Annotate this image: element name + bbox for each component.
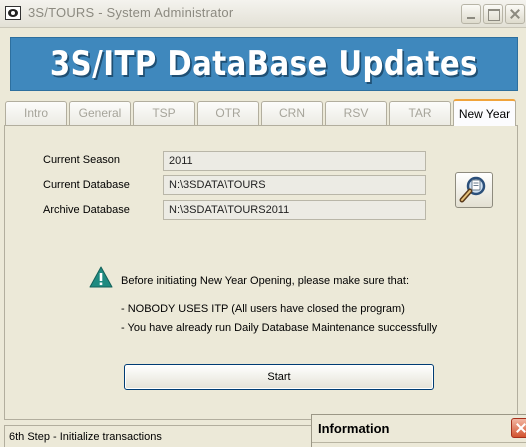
banner-title: 3S/ITP DataBase Updates	[49, 44, 479, 84]
information-window: Information	[311, 414, 526, 447]
warning-line-nobody: - NOBODY USES ITP (All users have closed…	[121, 303, 405, 315]
current-database-field: N:\3SDATA\TOURS	[163, 175, 426, 195]
tab-tsp[interactable]: TSP	[133, 101, 195, 125]
information-close-button[interactable]	[511, 418, 526, 438]
start-button[interactable]: Start	[124, 364, 434, 390]
warning-intro-text: Before initiating New Year Opening, plea…	[121, 275, 410, 287]
minimize-button[interactable]	[461, 4, 481, 24]
tab-rsv[interactable]: RSV	[325, 101, 387, 125]
tab-general[interactable]: General	[69, 101, 131, 125]
header-banner: 3S/ITP DataBase Updates	[10, 37, 518, 91]
status-text: 6th Step - Initialize transactions	[9, 431, 162, 443]
archive-database-label: Archive Database	[43, 204, 130, 216]
archive-database-field: N:\3SDATA\TOURS2011	[163, 200, 426, 220]
current-season-label: Current Season	[43, 154, 121, 166]
title-bar: 3S/TOURS - System Administrator	[0, 0, 526, 28]
tab-crn[interactable]: CRN	[261, 101, 323, 125]
warning-icon	[89, 266, 113, 288]
maximize-button[interactable]	[483, 4, 503, 24]
window-title: 3S/TOURS - System Administrator	[28, 5, 234, 20]
database-tool-button[interactable]	[455, 172, 493, 208]
close-button[interactable]	[505, 4, 525, 24]
current-database-label: Current Database	[43, 179, 130, 191]
information-title: Information	[318, 421, 390, 436]
current-season-field: 2011	[163, 151, 426, 171]
tab-tar[interactable]: TAR	[389, 101, 451, 125]
app-eye-icon	[5, 6, 21, 20]
status-bar: 6th Step - Initialize transactions	[4, 425, 314, 447]
tab-intro[interactable]: Intro	[5, 101, 67, 125]
tab-new-year[interactable]: New Year	[453, 99, 516, 126]
tab-otr[interactable]: OTR	[197, 101, 259, 125]
information-divider	[312, 442, 526, 443]
database-tool-icon	[459, 176, 486, 203]
warning-line-maintenance: - You have already run Daily Database Ma…	[121, 322, 438, 334]
